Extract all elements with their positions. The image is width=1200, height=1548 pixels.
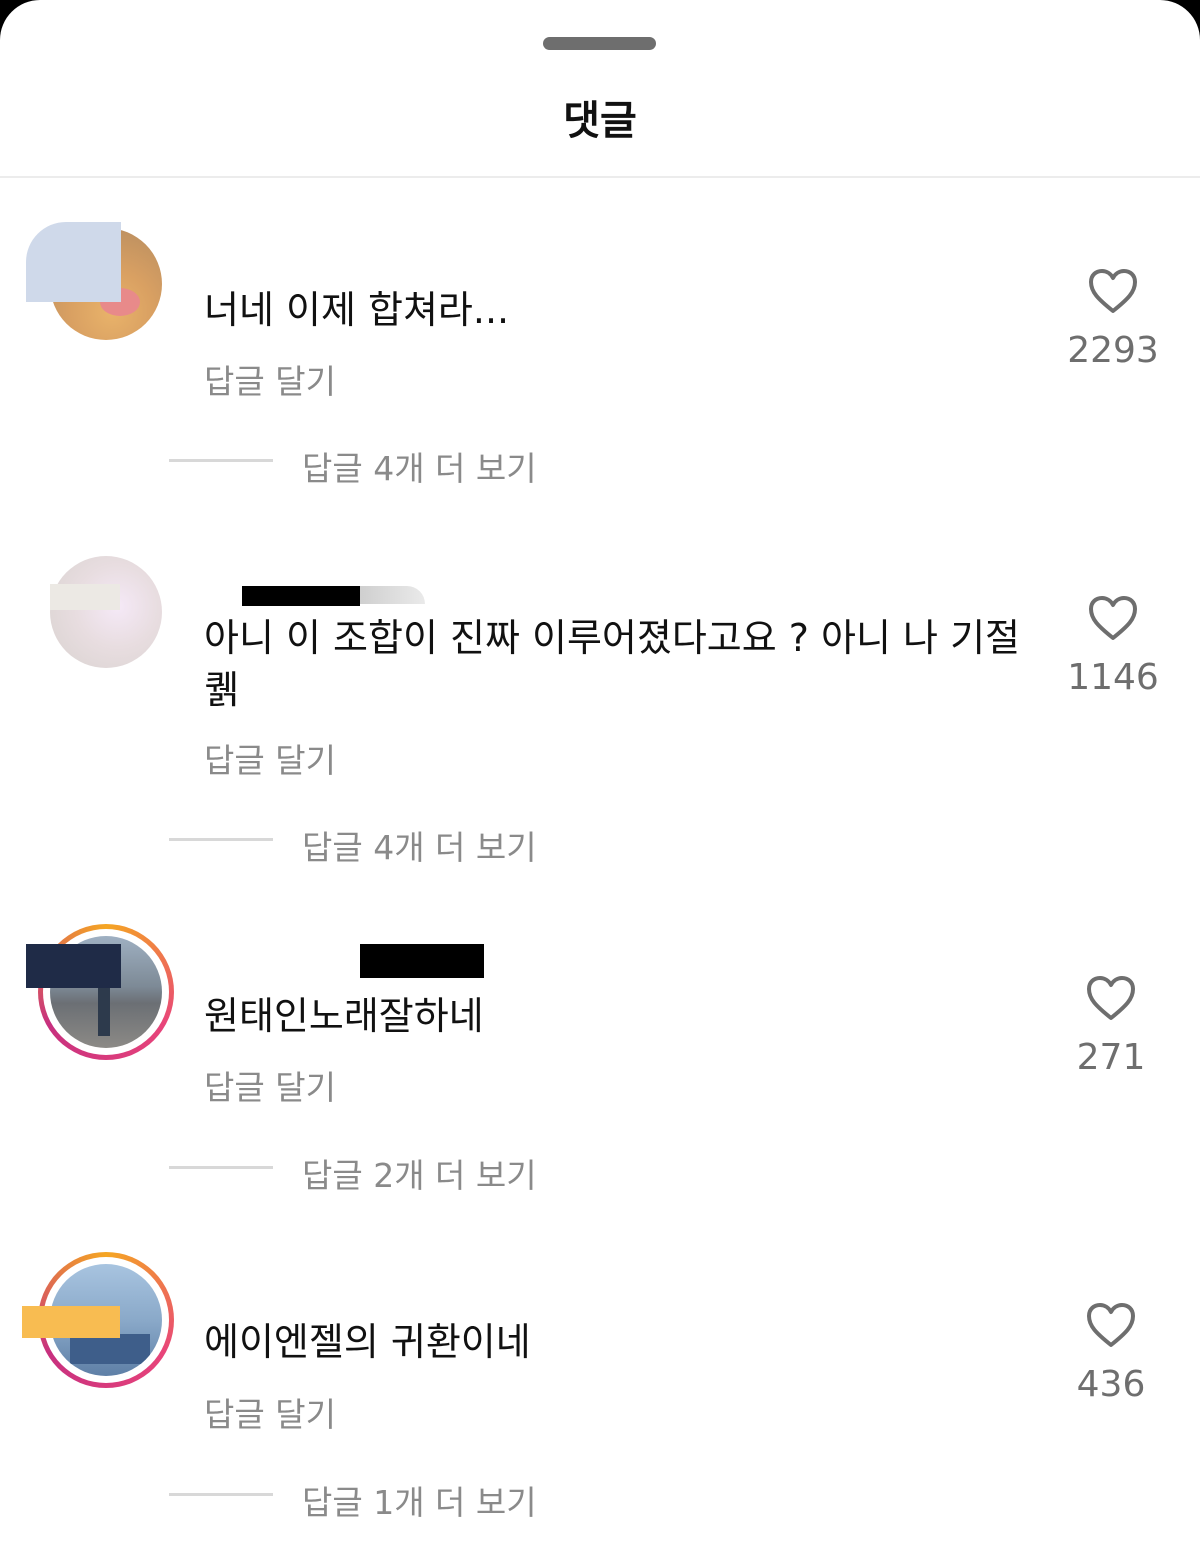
avatar-blur-mask xyxy=(50,584,120,610)
avatar-blur-mask xyxy=(22,1306,120,1338)
comment-text: 아니 이 조합이 진짜 이루어졌다고요 ? 아니 나 기절 퀡 xyxy=(204,612,1044,716)
comment-text-content: 아니 이 조합이 진짜 이루어졌다고요 ? 아니 나 기절 퀡 xyxy=(204,616,1021,712)
replies-line xyxy=(169,838,273,841)
like-count: 436 xyxy=(1076,1364,1146,1405)
reply-button[interactable]: 답글 달기 xyxy=(204,355,336,403)
heart-icon[interactable] xyxy=(1086,975,1136,1021)
like-control[interactable]: 271 xyxy=(1036,975,1186,1078)
replies-line xyxy=(169,1493,273,1496)
comment-text: 너네 이제 합쳐라... xyxy=(204,288,510,332)
reply-button[interactable]: 답글 달기 xyxy=(204,734,336,782)
view-more-replies[interactable]: 답글 2개 더 보기 xyxy=(302,1149,537,1197)
comments-sheet: 댓글 너네 이제 합쳐라... 답글 달기 답글 4개 더 보기 2293 아니… xyxy=(0,0,1200,1548)
comment-text: 에이엔젤의 귀환이네 xyxy=(204,1320,531,1364)
heart-icon[interactable] xyxy=(1088,595,1138,641)
username-redaction xyxy=(242,586,360,606)
view-more-replies[interactable]: 답글 4개 더 보기 xyxy=(302,821,537,869)
replies-line xyxy=(169,1166,273,1169)
like-count: 271 xyxy=(1076,1037,1146,1078)
view-more-replies[interactable]: 답글 4개 더 보기 xyxy=(302,442,537,490)
like-control[interactable]: 436 xyxy=(1036,1302,1186,1405)
sheet-title: 댓글 xyxy=(563,98,637,144)
avatar-blur-mask xyxy=(26,222,121,302)
replies-line xyxy=(169,459,273,462)
like-count: 2293 xyxy=(1067,330,1159,371)
like-control[interactable]: 1146 xyxy=(1038,595,1188,698)
username-blur xyxy=(360,586,425,604)
username-redaction xyxy=(360,944,484,978)
avatar[interactable] xyxy=(50,556,162,668)
like-control[interactable]: 2293 xyxy=(1038,268,1188,371)
reply-button[interactable]: 답글 달기 xyxy=(204,1388,336,1436)
reply-button[interactable]: 답글 달기 xyxy=(204,1061,336,1109)
heart-icon[interactable] xyxy=(1086,1302,1136,1348)
heart-icon[interactable] xyxy=(1088,268,1138,314)
view-more-replies[interactable]: 답글 1개 더 보기 xyxy=(302,1476,537,1524)
like-count: 1146 xyxy=(1067,657,1159,698)
drag-handle[interactable] xyxy=(543,37,656,50)
header-divider xyxy=(0,176,1200,178)
comment-text: 원태인노래잘하네 xyxy=(204,994,484,1038)
avatar-blur-mask xyxy=(26,944,121,988)
